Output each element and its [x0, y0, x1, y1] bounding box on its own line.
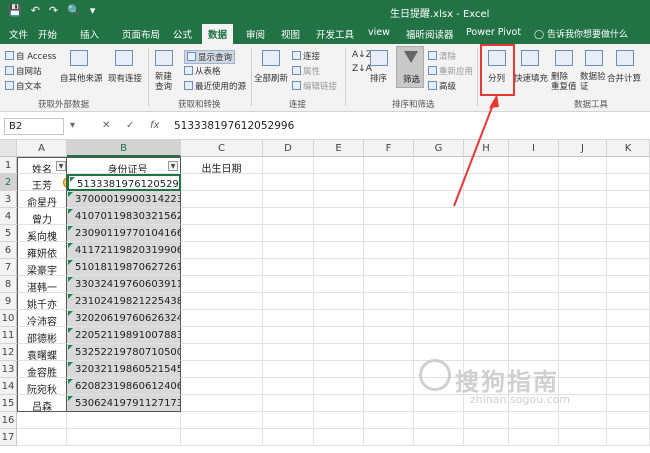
arrow-head — [489, 94, 499, 108]
annotation-arrow — [453, 94, 499, 207]
arrow-line — [453, 101, 495, 207]
